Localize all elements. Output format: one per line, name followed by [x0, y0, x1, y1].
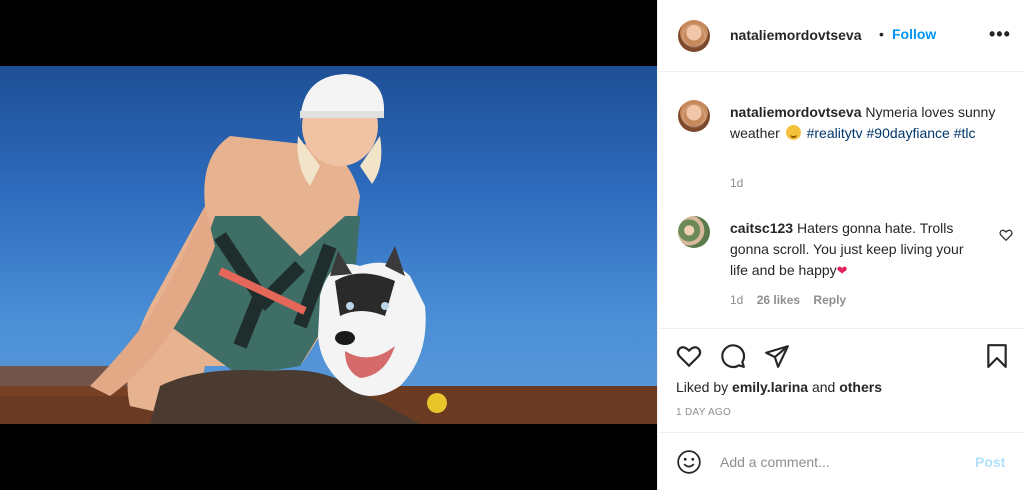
reply-button[interactable]: Reply	[813, 293, 846, 307]
comment-text: caitsc123 Haters gonna hate. Trolls gonn…	[730, 218, 970, 281]
liked-by-others[interactable]: others	[839, 379, 882, 395]
header-separator: •	[879, 26, 884, 42]
more-options-icon[interactable]: •••	[989, 24, 1011, 45]
post-media	[0, 0, 657, 490]
liked-by-and: and	[811, 379, 836, 395]
post-photo[interactable]	[0, 66, 657, 424]
liked-by-prefix: Liked by	[676, 379, 729, 395]
red-heart-emoji-icon: ❤	[836, 263, 848, 278]
comment-like-heart-icon[interactable]	[999, 228, 1013, 242]
bookmark-save-icon[interactable]	[984, 343, 1010, 369]
post-comment-button[interactable]: Post	[975, 454, 1005, 470]
liked-by-user[interactable]: emily.larina	[732, 379, 808, 395]
commenter-username[interactable]: caitsc123	[730, 220, 793, 236]
comment-input[interactable]	[720, 451, 960, 473]
caption-text: nataliemordovtseva Nymeria loves sunny w…	[730, 102, 1000, 144]
comment-meta: 1d 26 likes Reply	[730, 293, 856, 307]
emoji-picker-icon[interactable]	[676, 449, 702, 475]
liked-by-text: Liked by emily.larina and others	[676, 379, 882, 395]
author-username[interactable]: nataliemordovtseva	[730, 27, 862, 43]
follow-button[interactable]: Follow	[892, 26, 936, 42]
like-heart-icon[interactable]	[676, 343, 702, 369]
comment-likes[interactable]: 26 likes	[757, 293, 800, 307]
commenter-avatar[interactable]	[678, 216, 710, 248]
caption-username[interactable]: nataliemordovtseva	[730, 104, 862, 120]
hashtag-realitytv[interactable]: #realitytv	[807, 125, 863, 141]
comment-time[interactable]: 1d	[730, 293, 743, 307]
post-side-panel: nataliemordovtseva • Follow ••• nataliem…	[657, 0, 1024, 490]
photo-illustration	[0, 74, 657, 424]
author-avatar[interactable]	[678, 20, 710, 52]
caption-avatar[interactable]	[678, 100, 710, 132]
add-comment-bar: Post	[658, 432, 1024, 490]
comment-bubble-icon[interactable]	[720, 343, 746, 369]
hashtag-90dayfiance[interactable]: #90dayfiance	[867, 125, 950, 141]
comment-body-line1: Haters gonna hate.	[796, 220, 917, 236]
caption-time[interactable]: 1d	[730, 176, 743, 190]
smiling-face-emoji-icon	[785, 125, 801, 140]
post-actions: Liked by emily.larina and others 1 DAY A…	[658, 328, 1024, 432]
post-header: nataliemordovtseva • Follow •••	[658, 0, 1024, 72]
hashtag-tlc[interactable]: #tlc	[954, 125, 976, 141]
share-send-icon[interactable]	[764, 343, 790, 369]
posted-time[interactable]: 1 DAY AGO	[676, 407, 731, 418]
